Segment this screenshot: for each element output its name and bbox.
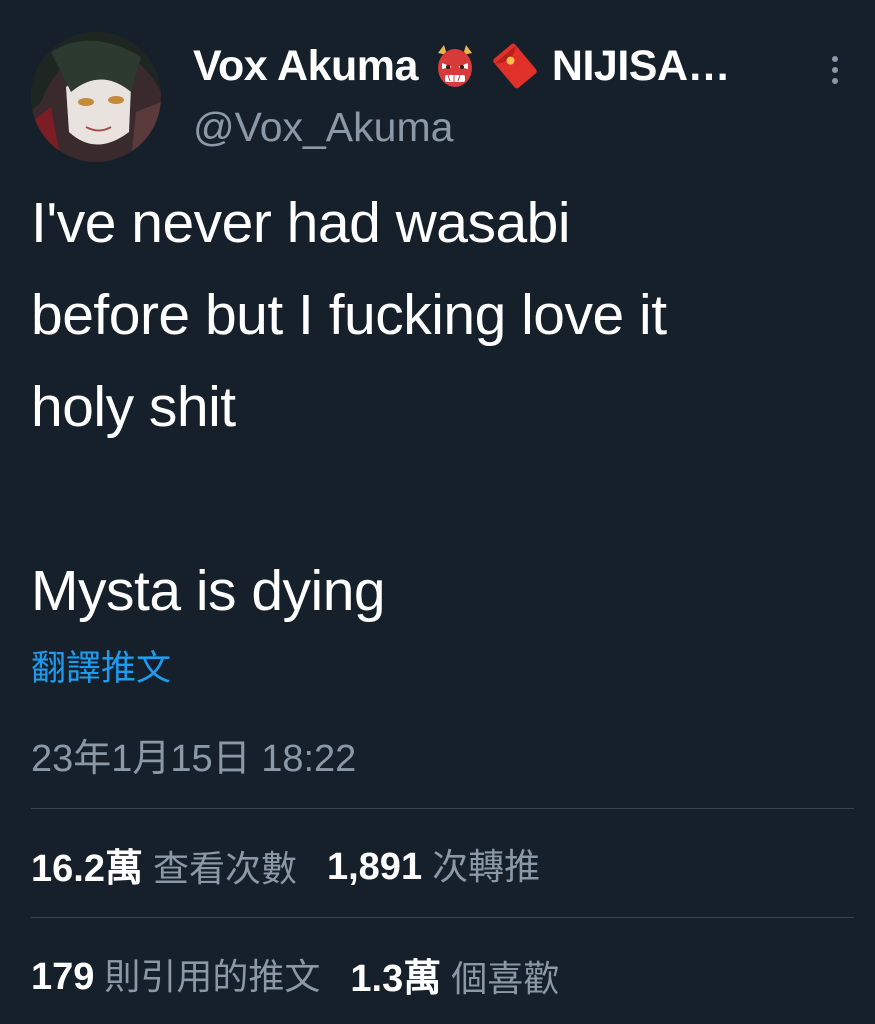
display-name[interactable]: Vox Akuma xyxy=(193,42,418,91)
quotes-stat[interactable]: 179 則引用的推文 xyxy=(31,948,320,1000)
avatar[interactable] xyxy=(31,32,161,162)
tweet-text: I've never had wasabi before but I fucki… xyxy=(31,177,861,637)
views-count: 16.2萬 xyxy=(31,847,143,890)
more-dot-icon xyxy=(832,78,838,84)
quotes-label: 則引用的推文 xyxy=(104,956,321,997)
likes-label: 個喜歡 xyxy=(451,957,560,999)
stats-row: 179 則引用的推文 1.3萬 個喜歡 xyxy=(31,944,589,1004)
user-handle[interactable]: @Vox_Akuma xyxy=(193,104,453,151)
more-options-button[interactable] xyxy=(822,52,848,92)
divider xyxy=(31,808,854,809)
likes-stat[interactable]: 1.3萬 個喜歡 xyxy=(350,947,559,1002)
tweet-line: Mysta is dying xyxy=(31,559,386,623)
retweets-label: 次轉推 xyxy=(432,846,541,887)
more-dot-icon xyxy=(832,56,838,62)
retweets-count: 1,891 xyxy=(326,846,423,888)
tweet-line: before but I fucking love it xyxy=(31,283,667,347)
stats-row: 16.2萬 查看次數 1,891 次轉推 xyxy=(31,834,570,894)
tweet-line: I've never had wasabi xyxy=(31,191,571,255)
views-label: 查看次數 xyxy=(152,847,297,889)
display-name-suffix[interactable]: NIJISA… xyxy=(552,42,731,91)
oni-mask-icon xyxy=(432,43,478,89)
retweets-stat[interactable]: 1,891 次轉推 xyxy=(327,838,540,890)
likes-count: 1.3萬 xyxy=(350,957,442,1000)
views-stat[interactable]: 16.2萬 查看次數 xyxy=(31,837,297,892)
tweet-line: holy shit xyxy=(31,375,236,439)
more-dot-icon xyxy=(832,67,838,73)
tweet-timestamp[interactable]: 23年1月15日 18:22 xyxy=(31,727,356,782)
display-name-row[interactable]: Vox Akuma NIJISA… xyxy=(193,38,731,94)
quotes-count: 179 xyxy=(31,956,95,998)
red-envelope-icon xyxy=(492,43,538,89)
translate-tweet-link[interactable]: 翻譯推文 xyxy=(31,640,171,691)
divider xyxy=(31,917,854,918)
